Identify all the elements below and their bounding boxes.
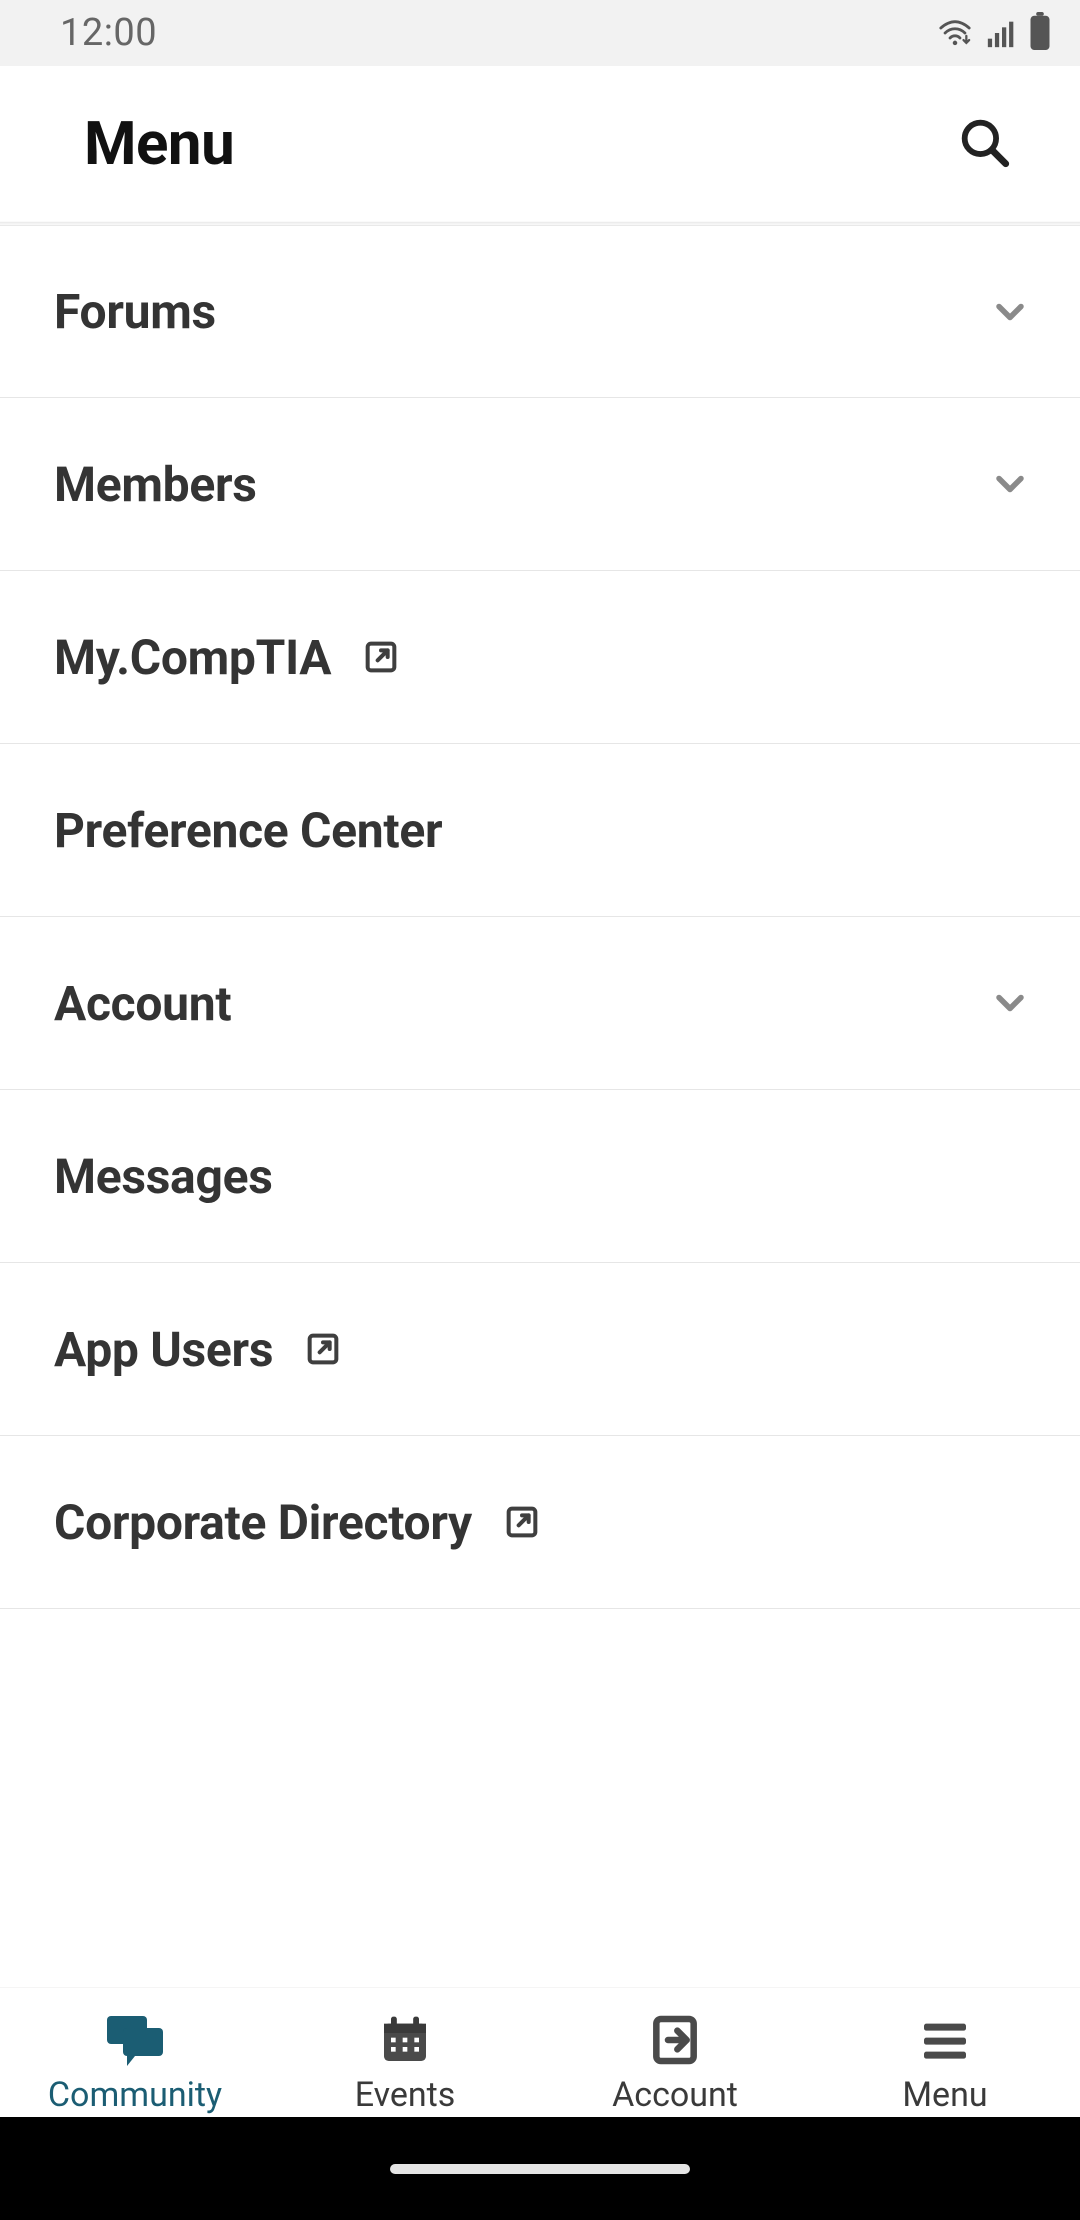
chevron-down-icon [988,981,1032,1025]
cellular-signal-icon [982,16,1022,54]
nav-tab-label: Events [355,2075,456,2115]
menu-item-preference-center[interactable]: Preference Center [0,744,1080,917]
menu-list: Forums Members My.CompTI [0,224,1080,1609]
menu-item-forums[interactable]: Forums [0,225,1080,398]
search-button[interactable] [948,108,1020,180]
app-bar: Menu [0,66,1080,222]
status-bar: 12:00 [0,0,1080,66]
nav-tab-events[interactable]: Events [270,1988,540,2117]
search-icon [955,113,1013,175]
menu-content: Forums Members My.CompTI [0,224,1080,2220]
menu-item-label: My.CompTIA [54,629,331,686]
status-icons [934,12,1052,54]
menu-item-label: Members [54,456,257,513]
menu-item-label: Corporate Directory [54,1494,472,1551]
menu-item-label: Preference Center [54,802,442,859]
nav-tab-label: Account [612,2075,738,2115]
status-time: 12:00 [60,11,157,55]
community-icon [103,2011,167,2069]
external-link-icon [361,637,401,677]
menu-item-label: App Users [54,1321,273,1378]
calendar-icon [377,2011,433,2069]
chevron-down-icon [988,462,1032,506]
menu-item-app-users[interactable]: App Users [0,1263,1080,1436]
bottom-nav: Community Events Account Menu [0,1987,1080,2117]
external-link-icon [502,1502,542,1542]
nav-tab-label: Community [48,2075,222,2115]
nav-tab-community[interactable]: Community [0,1988,270,2117]
menu-item-members[interactable]: Members [0,398,1080,571]
menu-item-label: Messages [54,1148,273,1205]
hamburger-menu-icon [917,2011,973,2069]
system-navigation-bar [0,2117,1080,2220]
wifi-icon [934,16,976,54]
menu-item-messages[interactable]: Messages [0,1090,1080,1263]
menu-item-corporate-directory[interactable]: Corporate Directory [0,1436,1080,1609]
battery-icon [1028,12,1052,54]
nav-tab-account[interactable]: Account [540,1988,810,2117]
account-login-icon [647,2011,703,2069]
nav-tab-label: Menu [902,2075,987,2115]
external-link-icon [303,1329,343,1369]
menu-item-account[interactable]: Account [0,917,1080,1090]
page-title: Menu [84,108,234,179]
nav-tab-menu[interactable]: Menu [810,1988,1080,2117]
menu-item-mycomptia[interactable]: My.CompTIA [0,571,1080,744]
menu-item-label: Forums [54,283,216,340]
chevron-down-icon [988,290,1032,334]
home-indicator[interactable] [390,2164,690,2174]
menu-item-label: Account [54,975,231,1032]
